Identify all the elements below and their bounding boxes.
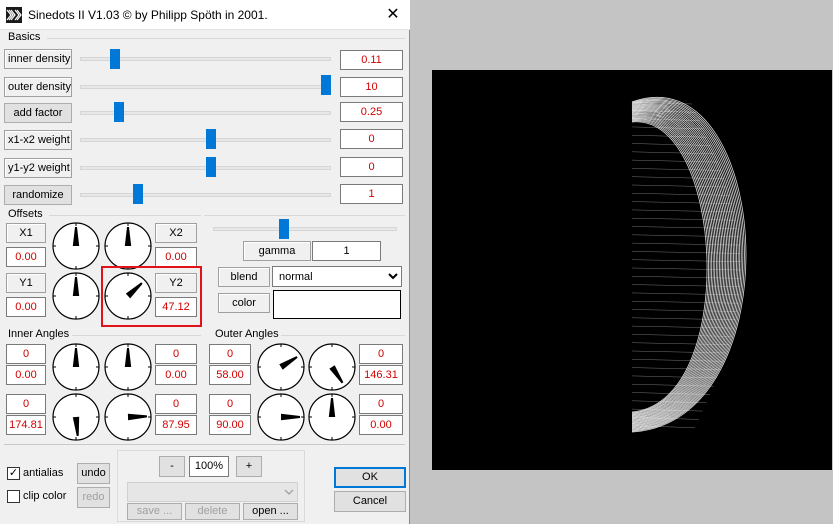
offsets-group-label: Offsets <box>8 208 43 220</box>
add-factor-slider[interactable] <box>113 102 124 122</box>
blend-select[interactable]: normal <box>272 266 402 287</box>
inner-angle-2-knob[interactable] <box>103 342 153 392</box>
outer-angles-group-label: Outer Angles <box>215 328 279 340</box>
inner-angle-4-bottom[interactable]: 87.95 <box>155 415 197 435</box>
zoom-out-button[interactable]: - <box>159 456 185 477</box>
blend-label: blend <box>218 267 270 287</box>
title-bar: Sinedots II V1.03 © by Philipp Spöth in … <box>0 0 410 30</box>
outer-density-slider[interactable] <box>321 75 331 95</box>
redo-button[interactable]: redo <box>77 487 110 508</box>
outer-angles-divider <box>281 335 405 336</box>
randomize-track[interactable] <box>80 193 331 197</box>
y1-offset-knob[interactable] <box>51 271 101 321</box>
outer-angle-3-bottom[interactable]: 90.00 <box>209 415 251 435</box>
window-title: Sinedots II V1.03 © by Philipp Spöth in … <box>28 8 268 22</box>
color-label: color <box>218 293 270 313</box>
y1-y2-weight-label: y1-y2 weight <box>4 158 72 178</box>
undo-button[interactable]: undo <box>77 463 110 484</box>
outer-angle-4-bottom[interactable]: 0.00 <box>359 415 403 435</box>
preset-select[interactable] <box>127 482 298 502</box>
inner-density-label: inner density <box>4 49 72 69</box>
x1-label: X1 <box>6 223 46 243</box>
inner-angle-3-bottom[interactable]: 174.81 <box>6 415 46 435</box>
outer-density-label: outer density <box>4 77 72 97</box>
randomize-button[interactable]: randomize <box>4 185 72 205</box>
x2-offset-knob[interactable] <box>103 221 153 271</box>
clip-color-checkbox[interactable] <box>7 490 20 503</box>
delete-button[interactable]: delete <box>185 503 240 520</box>
outer-angle-1-bottom[interactable]: 58.00 <box>209 365 251 385</box>
x1-x2-weight-slider[interactable] <box>205 129 216 149</box>
open-button[interactable]: open ... <box>243 503 298 520</box>
randomize-value[interactable]: 1 <box>340 184 403 204</box>
gamma-value[interactable]: 1 <box>312 241 381 261</box>
outer-density-track[interactable] <box>80 85 331 89</box>
app-logo-icon <box>6 7 22 23</box>
offsets-divider <box>49 215 201 216</box>
y1-y2-weight-value[interactable]: 0 <box>340 157 403 177</box>
y1-label: Y1 <box>6 273 46 293</box>
inner-angle-1-knob[interactable] <box>51 342 101 392</box>
sinedots-pattern <box>432 70 832 470</box>
outer-density-value[interactable]: 10 <box>340 77 403 97</box>
gamma-track[interactable] <box>213 227 397 231</box>
antialias-label: antialias <box>23 467 64 479</box>
inner-density-value[interactable]: 0.11 <box>340 50 403 70</box>
inner-angle-4-top[interactable]: 0 <box>155 394 197 414</box>
cancel-button[interactable]: Cancel <box>334 491 406 512</box>
inner-angle-3-top[interactable]: 0 <box>6 394 46 414</box>
sinedots-dialog: Sinedots II V1.03 © by Philipp Spöth in … <box>0 0 410 524</box>
outer-angle-3-top[interactable]: 0 <box>209 394 251 414</box>
inner-angle-2-bottom[interactable]: 0.00 <box>155 365 197 385</box>
outer-angle-2-top[interactable]: 0 <box>359 344 403 364</box>
inner-angle-1-bottom[interactable]: 0.00 <box>6 365 46 385</box>
clip-color-label: clip color <box>23 490 67 502</box>
x2-label: X2 <box>155 223 197 243</box>
add-factor-value[interactable]: 0.25 <box>340 102 403 122</box>
x1-x2-weight-label: x1-x2 weight <box>4 130 72 150</box>
y2-highlight-box <box>101 266 202 327</box>
inner-density-slider[interactable] <box>109 49 120 69</box>
inner-angle-2-top[interactable]: 0 <box>155 344 197 364</box>
inner-angles-divider <box>72 335 201 336</box>
outer-angle-1-knob[interactable] <box>256 342 306 392</box>
inner-angle-3-knob[interactable] <box>51 392 101 442</box>
outer-angle-4-top[interactable]: 0 <box>359 394 403 414</box>
y1-value[interactable]: 0.00 <box>6 297 46 317</box>
chevron-down-icon <box>284 489 294 495</box>
antialias-checkbox[interactable]: ✓ <box>7 467 20 480</box>
outer-angle-1-top[interactable]: 0 <box>209 344 251 364</box>
outer-angle-2-bottom[interactable]: 146.31 <box>359 365 403 385</box>
zoom-in-button[interactable]: + <box>236 456 262 477</box>
inner-angles-group-label: Inner Angles <box>8 328 70 340</box>
ok-button[interactable]: OK <box>334 467 406 488</box>
x2-value[interactable]: 0.00 <box>155 247 197 267</box>
save-button[interactable]: save ... <box>127 503 182 520</box>
bottom-divider <box>4 444 405 445</box>
outer-angle-2-knob[interactable] <box>307 342 357 392</box>
close-button[interactable]: ✕ <box>380 2 406 28</box>
inner-angle-4-knob[interactable] <box>103 392 153 442</box>
x1-x2-weight-value[interactable]: 0 <box>340 129 403 149</box>
color-swatch[interactable] <box>273 290 401 319</box>
color-panel-divider <box>204 215 405 216</box>
randomize-slider[interactable] <box>133 184 144 204</box>
gamma-slider[interactable] <box>279 219 290 239</box>
x1-value[interactable]: 0.00 <box>6 247 46 267</box>
gamma-label: gamma <box>243 241 311 261</box>
outer-angle-3-knob[interactable] <box>256 392 306 442</box>
basics-divider <box>47 38 405 39</box>
y1-y2-weight-slider[interactable] <box>205 157 216 177</box>
zoom-level: 100% <box>189 456 229 477</box>
inner-angle-1-top[interactable]: 0 <box>6 344 46 364</box>
basics-group-label: Basics <box>8 31 41 43</box>
sinedots-preview-canvas <box>432 70 832 470</box>
add-factor-button[interactable]: add factor <box>4 103 72 123</box>
outer-angle-4-knob[interactable] <box>307 392 357 442</box>
x1-offset-knob[interactable] <box>51 221 101 271</box>
